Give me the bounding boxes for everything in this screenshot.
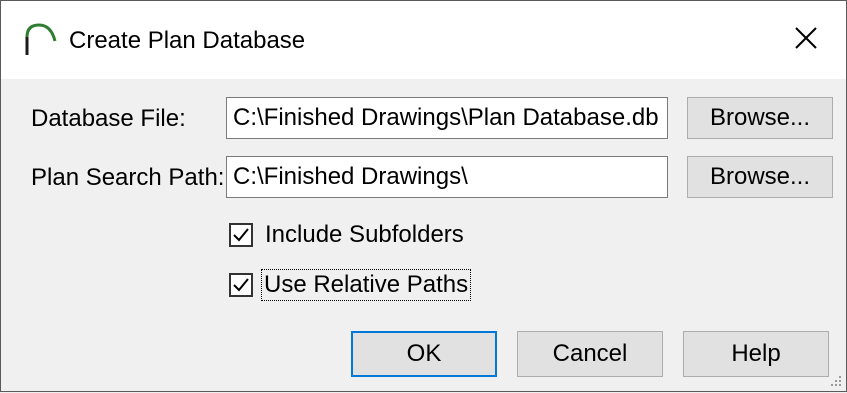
help-button[interactable]: Help: [683, 331, 829, 377]
title-bar[interactable]: Create Plan Database: [1, 1, 846, 79]
ok-button[interactable]: OK: [351, 331, 497, 377]
close-button[interactable]: [766, 1, 846, 79]
plan-search-path-browse-button[interactable]: Browse...: [687, 156, 833, 198]
close-icon: [795, 26, 817, 54]
include-subfolders-label[interactable]: Include Subfolders: [265, 221, 464, 249]
include-subfolders-checkbox[interactable]: [229, 223, 253, 247]
cancel-button[interactable]: Cancel: [517, 331, 663, 377]
create-plan-database-dialog: Create Plan Database Database File: Brow…: [0, 0, 847, 392]
plan-search-path-input[interactable]: [226, 156, 668, 198]
arch-icon: [23, 21, 59, 57]
use-relative-paths-checkbox[interactable]: [229, 273, 253, 297]
checkmark-icon: [233, 228, 249, 242]
plan-search-path-label: Plan Search Path:: [31, 164, 225, 191]
resize-grip-icon[interactable]: [827, 372, 843, 388]
database-file-label: Database File:: [31, 105, 186, 132]
checkmark-icon: [233, 278, 249, 292]
use-relative-paths-label[interactable]: Use Relative Paths: [260, 269, 472, 301]
database-file-input[interactable]: [226, 97, 668, 139]
window-title: Create Plan Database: [69, 27, 306, 54]
database-file-browse-button[interactable]: Browse...: [687, 97, 833, 139]
